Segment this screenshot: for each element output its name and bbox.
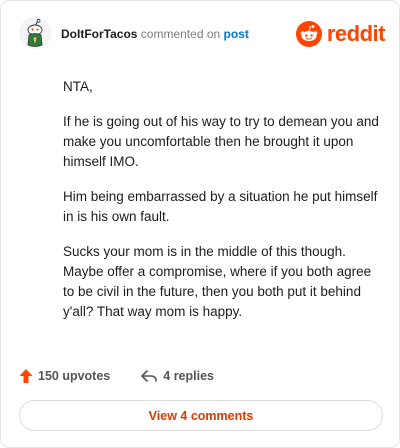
reply-arrow-icon [141,370,158,382]
upvote-arrow-icon [19,369,33,383]
comment-meta: DoItForTacos commented on post [61,27,249,41]
replies-stat[interactable]: 4 replies [140,369,214,383]
post-link[interactable]: post [224,27,249,41]
reddit-brand[interactable]: reddit [295,21,386,47]
comment-paragraph: Him being embarrassed by a situation he … [63,189,378,224]
comment-header: DoItForTacos commented on post reddit [19,17,386,51]
brand-wordmark: reddit [326,21,386,46]
comment-paragraph: NTA, [63,79,93,94]
action-text: commented on [140,27,221,41]
reddit-logo-icon [295,21,322,47]
comment-body: NTA, If he is going out of his way to tr… [63,77,379,337]
upvote-stat[interactable]: 150 upvotes [19,368,110,384]
comment-footer: 150 upvotes 4 replies [19,365,214,387]
reply-count: 4 replies [163,369,214,383]
snoo-avatar-icon [19,17,51,49]
view-comments-button[interactable]: View 4 comments [19,400,383,431]
upvote-count: 150 upvotes [38,369,111,383]
user-avatar[interactable] [19,17,51,49]
username-link[interactable]: DoItForTacos [61,27,137,41]
comment-paragraph: Sucks your mom is in the middle of this … [63,244,372,319]
comment-paragraph: If he is going out of his way to try to … [63,114,379,169]
comment-card: DoItForTacos commented on post reddit NT… [0,0,400,448]
